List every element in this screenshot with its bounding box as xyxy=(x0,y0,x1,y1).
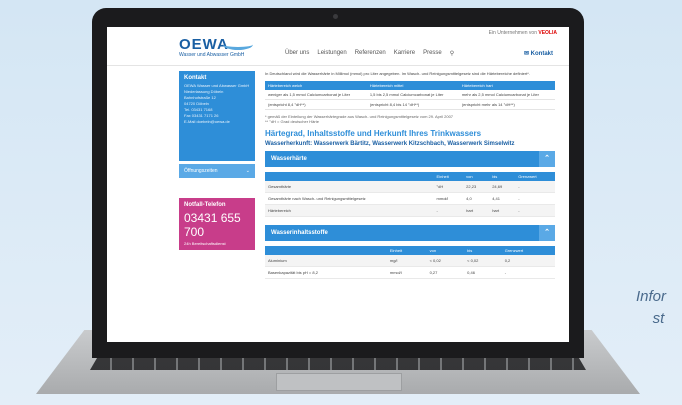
table-cell: 0,46 xyxy=(464,266,502,279)
table-cell: mmol/l xyxy=(433,192,464,205)
chevron-up-icon[interactable]: ⌃ xyxy=(539,225,555,241)
main-content: In Deutschland wird die Wasserhärte in M… xyxy=(265,71,555,287)
intro-text: In Deutschland wird die Wasserhärte in M… xyxy=(265,71,530,76)
search-icon[interactable]: ⚲ xyxy=(450,50,454,57)
table-row: Gesamthärte nach Wasch- und Reinigungsmi… xyxy=(265,192,555,205)
table-cell: < 0,02 xyxy=(426,255,465,267)
table-cell: - xyxy=(433,204,464,217)
water-ingredients-table: Einheit von bis Grenzwert Aluminium mg/l… xyxy=(265,246,555,279)
table-cell: Härtebereich xyxy=(265,204,434,217)
site-header: OEWA Wasser und Abwasser GmbH Ein Untern… xyxy=(107,27,569,66)
nav-kontakt[interactable]: ✉ Kontakt xyxy=(524,50,553,57)
table-cell: < 0,02 xyxy=(464,255,502,267)
table-row: weniger als 1,5 mmol Calciumcarbonat je … xyxy=(265,90,555,100)
laptop-screen: OEWA Wasser und Abwasser GmbH Ein Untern… xyxy=(107,27,569,342)
accordion-wasserhaerte[interactable]: Wasserhärte ⌃ xyxy=(265,151,555,167)
accordion-wasserinhaltsstoffe[interactable]: Wasserinhaltsstoffe ⌃ xyxy=(265,225,555,241)
contact-box: Kontakt OEWA Wasser und Abwasser GmbH Ni… xyxy=(179,71,255,161)
accordion-title: Wasserinhaltsstoffe xyxy=(271,230,328,236)
table-cell: - xyxy=(501,266,555,279)
webcam xyxy=(333,14,338,19)
table-row: Härtebereich - hart hart - xyxy=(265,204,555,217)
contact-title: Kontakt xyxy=(184,75,207,81)
table-header: von xyxy=(463,172,490,181)
mail-icon: ✉ xyxy=(523,51,529,57)
table-header xyxy=(265,172,434,181)
table-cell: - xyxy=(515,181,555,193)
logo-subtitle: Wasser und Abwasser GmbH xyxy=(179,52,245,58)
table-cell: mehr als 2,5 mmol Calciumcarbonat je Lit… xyxy=(458,90,555,100)
table-header: Härtebereich weich xyxy=(265,81,367,90)
nav-referenzen[interactable]: Referenzen xyxy=(355,50,386,57)
table-cell: (entspricht 8,4 °dH**) xyxy=(265,99,367,110)
table-cell: hart xyxy=(463,204,490,217)
table-cell: mg/l xyxy=(386,255,427,267)
chevron-up-icon[interactable]: ⌃ xyxy=(539,151,555,167)
veolia-logo[interactable]: VEOLIA xyxy=(538,30,557,36)
chevron-down-icon: ⌄ xyxy=(245,168,250,174)
table-cell: 1,5 bis 2,5 mmol Calciumcarbonat je Lite… xyxy=(366,90,459,100)
table-cell: mmol/l xyxy=(386,266,427,279)
table-cell: weniger als 1,5 mmol Calciumcarbonat je … xyxy=(265,90,367,100)
water-source-heading: Wasserherkunft: Wasserwerk Bärtitz, Wass… xyxy=(265,141,515,147)
table-cell: °dH xyxy=(433,181,464,193)
accordion-title: Wasserhärte xyxy=(271,156,307,162)
table-cell: - xyxy=(515,192,555,205)
table-header: Härtebereich mittel xyxy=(366,81,459,90)
footnotes: * gemäß der Einteilung der Wasserhärtegr… xyxy=(265,114,555,124)
partner-note: Ein Unternehmen von VEOLIA xyxy=(489,30,557,36)
table-cell: 24,69 xyxy=(489,181,516,193)
table-row: Basenkapazität bis pH = 8,2 mmol/l 0,27 … xyxy=(265,266,555,279)
table-header: von xyxy=(426,246,465,255)
table-header xyxy=(265,246,387,255)
contact-email[interactable]: E-Mail doebeln@oewa.de xyxy=(184,119,250,125)
side-caption: Infor st xyxy=(636,288,667,327)
nav-presse[interactable]: Presse xyxy=(423,50,442,57)
laptop-lid: OEWA Wasser und Abwasser GmbH Ein Untern… xyxy=(92,8,584,358)
table-header: Härtebereich hart xyxy=(458,81,555,90)
table-cell: 0,2 xyxy=(501,255,555,267)
table-cell: - xyxy=(515,204,555,217)
footnote: ** °dH = Grad deutscher Härte xyxy=(265,119,319,124)
table-cell: 4,41 xyxy=(489,192,516,205)
nav-ueber-uns[interactable]: Über uns xyxy=(285,50,309,57)
partner-text: Ein Unternehmen von xyxy=(488,30,537,36)
table-header: bis xyxy=(464,246,502,255)
table-header: Einheit xyxy=(386,246,427,255)
opening-hours-toggle[interactable]: Öffnungszeiten ⌄ xyxy=(179,164,255,178)
water-hardness-table: Einheit von bis Grenzwert Gesamthärte °d… xyxy=(265,172,555,217)
table-header: Grenzwert xyxy=(515,172,555,181)
oewa-logo[interactable]: OEWA xyxy=(179,36,229,53)
table-cell: (entspricht 8,4 bis 14 °dH**) xyxy=(366,99,459,110)
table-cell: Gesamthärte nach Wasch- und Reinigungsmi… xyxy=(265,192,434,205)
table-cell: Gesamthärte xyxy=(265,181,434,193)
table-cell: 22,23 xyxy=(463,181,490,193)
table-cell: hart xyxy=(489,204,516,217)
table-cell: (entspricht mehr als 14 °dH**) xyxy=(458,99,555,110)
main-nav: Über uns Leistungen Referenzen Karriere … xyxy=(285,50,454,57)
emergency-subtitle: 24h Bereitschaftsdienst xyxy=(184,241,226,246)
table-row: Aluminium mg/l < 0,02 < 0,02 0,2 xyxy=(265,255,555,267)
hardness-table: Härtebereich weich Härtebereich mittel H… xyxy=(265,81,555,110)
table-cell: 0,27 xyxy=(426,266,465,279)
table-header: Grenzwert xyxy=(501,246,555,255)
nav-kontakt-label: Kontakt xyxy=(530,51,553,57)
table-row: (entspricht 8,4 °dH**) (entspricht 8,4 b… xyxy=(265,99,555,110)
table-row: Gesamthärte °dH 22,23 24,69 - xyxy=(265,181,555,193)
emergency-number[interactable]: 03431 655 700 xyxy=(184,211,250,239)
table-cell: Aluminium xyxy=(265,255,387,267)
logo-swoosh-icon xyxy=(223,39,253,50)
hours-label: Öffnungszeiten xyxy=(184,168,218,174)
table-cell: Basenkapazität bis pH = 8,2 xyxy=(265,266,387,279)
emergency-title: Notfall-Telefon xyxy=(184,202,226,208)
table-header: Einheit xyxy=(433,172,464,181)
emergency-box: Notfall-Telefon 03431 655 700 24h Bereit… xyxy=(179,198,255,250)
table-cell: 4,0 xyxy=(463,192,490,205)
nav-leistungen[interactable]: Leistungen xyxy=(317,50,346,57)
section-heading: Härtegrad, Inhaltsstoffe und Herkunft Ih… xyxy=(265,129,482,138)
sidebar: Kontakt OEWA Wasser und Abwasser GmbH Ni… xyxy=(179,71,255,250)
nav-karriere[interactable]: Karriere xyxy=(394,50,415,57)
trackpad xyxy=(276,373,402,391)
table-header: bis xyxy=(489,172,516,181)
